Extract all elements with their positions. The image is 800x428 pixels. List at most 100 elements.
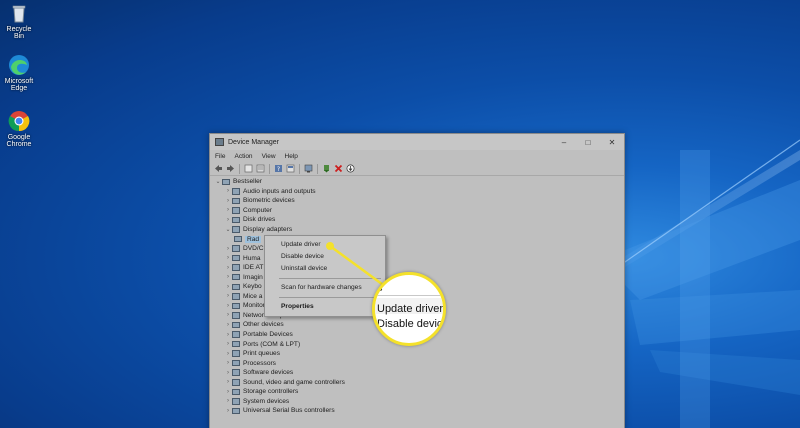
tree-item[interactable]: › Storage controllers [210,387,624,397]
toolbar-separator [317,163,318,174]
expand-arrow-icon[interactable]: › [224,188,232,194]
expand-arrow-icon[interactable]: › [224,293,232,299]
expand-arrow-icon[interactable]: › [224,207,232,213]
tree-item[interactable]: › Software devices [210,368,624,378]
desktop-icon-label: Microsoft Edge [4,78,34,92]
menu-item-uninstall-device[interactable]: Uninstall device [265,263,385,275]
tree-item[interactable]: › Computer [210,206,624,216]
forward-arrow-icon[interactable] [226,164,235,173]
collapse-arrow-icon[interactable]: ⌄ [224,226,232,233]
tree-item-label: Audio inputs and outputs [243,187,316,195]
toolbar: ? [210,162,624,176]
expand-arrow-icon[interactable]: › [224,274,232,280]
uninstall-icon[interactable] [334,164,343,173]
expand-arrow-icon[interactable]: › [224,217,232,223]
tree-item-label: System devices [243,397,290,405]
tree-root-label: Bestseller [233,178,262,186]
tree-item[interactable]: › Sound, video and game controllers [210,377,624,387]
expand-arrow-icon[interactable]: › [224,322,232,328]
tree-item-label: Huma [243,254,261,262]
desktop-icon-chrome[interactable]: Google Chrome [2,110,36,148]
expand-arrow-icon[interactable]: › [224,198,232,204]
expand-arrow-icon[interactable]: › [224,408,232,414]
tree-item[interactable]: › Processors [210,358,624,368]
enable-device-icon[interactable] [346,164,355,173]
callout-partial-text: s [377,282,383,294]
expand-arrow-icon[interactable]: › [224,389,232,395]
desktop-icon-edge[interactable]: Microsoft Edge [2,54,36,92]
expand-arrow-icon[interactable]: › [224,370,232,376]
device-category-icon [232,340,240,348]
tree-item[interactable]: › Print queues [210,349,624,359]
menu-help[interactable]: Help [285,153,298,160]
device-category-icon [232,283,240,291]
menu-separator [279,297,381,298]
display-adapter-icon [234,235,242,243]
display-adapter-icon [232,226,240,233]
close-button[interactable]: ✕ [600,138,624,147]
desktop-icon-recycle-bin[interactable]: Recycle Bin [2,2,36,40]
toolbar-separator [269,163,270,174]
device-category-icon [232,216,240,224]
expand-arrow-icon[interactable]: › [224,332,232,338]
collapse-arrow-icon[interactable]: ⌄ [214,178,222,185]
tree-item-label: Keybo [243,283,262,291]
device-list-icon[interactable] [256,164,265,173]
tree-item[interactable]: › Disk drives [210,215,624,225]
menu-item-disable-device[interactable]: Disable device [265,251,385,263]
tree-item-display-adapters[interactable]: ⌄ Display adapters [210,225,624,235]
tree-item-label: Sound, video and game controllers [243,378,345,386]
title-bar[interactable]: Device Manager – □ ✕ [210,134,624,150]
properties-icon[interactable] [286,164,295,173]
show-hide-tree-icon[interactable] [244,164,253,173]
tree-item-label: Display adapters [243,226,293,233]
expand-arrow-icon[interactable]: › [224,398,232,404]
expand-arrow-icon[interactable]: › [224,360,232,366]
menu-item-scan-hardware[interactable]: Scan for hardware changes [265,282,385,294]
tree-item[interactable]: › System devices [210,397,624,407]
expand-arrow-icon[interactable]: › [224,255,232,261]
device-category-icon [232,264,240,271]
minimize-button[interactable]: – [552,138,576,147]
update-driver-icon[interactable] [322,164,331,173]
tree-item-label: Mice a [243,292,263,300]
tree-item[interactable]: › Audio inputs and outputs [210,187,624,197]
tree-item[interactable]: › Biometric devices [210,196,624,206]
maximize-button[interactable]: □ [576,138,600,147]
menu-bar: File Action View Help [210,150,624,162]
tree-root[interactable]: ⌄ Bestseller [210,177,624,187]
menu-separator [279,278,381,279]
expand-arrow-icon[interactable]: › [224,379,232,385]
help-icon[interactable]: ? [274,164,283,173]
device-category-icon [232,388,240,396]
menu-view[interactable]: View [262,153,276,160]
expand-arrow-icon[interactable]: › [224,351,232,357]
device-manager-icon [215,138,224,146]
menu-file[interactable]: File [215,153,225,160]
context-menu: Update driver Disable device Uninstall d… [264,235,386,317]
expand-arrow-icon[interactable]: › [224,265,232,271]
tree-item-label: Processors [243,359,276,367]
tree-item-label: Ports (COM & LPT) [243,340,301,348]
toolbar-separator [239,163,240,174]
expand-arrow-icon[interactable]: › [224,341,232,347]
tree-item-label: Universal Serial Bus controllers [243,407,335,415]
device-category-icon [232,331,240,338]
tree-item[interactable]: › Universal Serial Bus controllers [210,406,624,416]
back-arrow-icon[interactable] [214,164,223,173]
tree-item-label: Computer [243,206,272,214]
expand-arrow-icon[interactable]: › [224,284,232,290]
tree-item-label: Imagin [243,273,263,281]
device-category-icon [232,359,240,367]
chrome-icon [8,111,30,132]
menu-item-properties[interactable]: Properties [265,301,385,313]
expand-arrow-icon[interactable]: › [224,303,232,309]
scan-hardware-icon[interactable] [304,164,313,173]
menu-item-update-driver[interactable]: Update driver [265,239,385,251]
edge-icon [9,55,29,75]
expand-arrow-icon[interactable]: › [224,312,232,318]
tree-item-label: Rad [245,235,262,243]
menu-action[interactable]: Action [234,153,252,160]
expand-arrow-icon[interactable]: › [224,246,232,252]
device-category-icon [232,188,240,195]
